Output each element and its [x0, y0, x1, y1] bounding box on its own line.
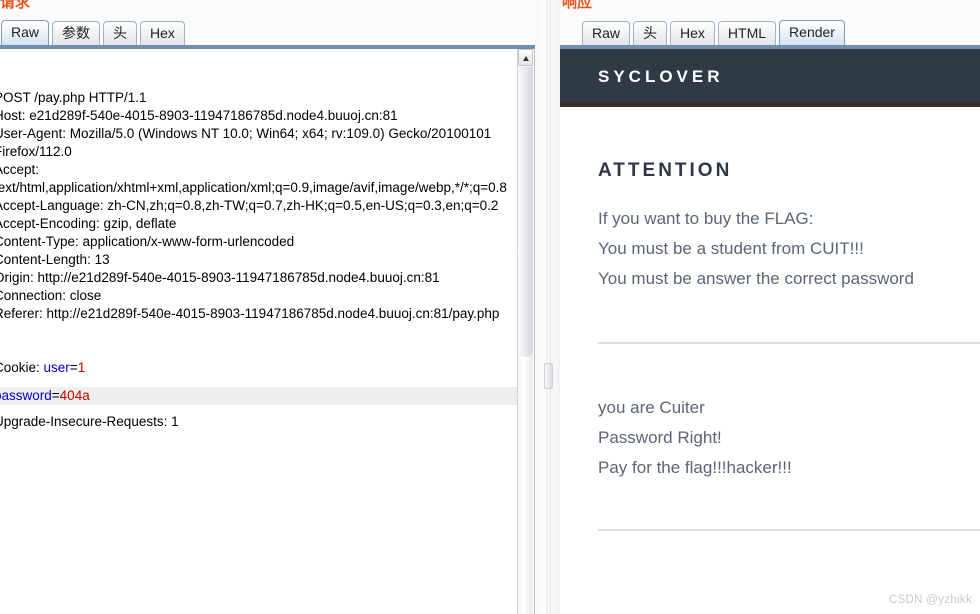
request-raw-line: Referer: http://e21d289f-540e-4015-8903-…: [0, 306, 500, 321]
request-raw-line: Firefox/112.0: [0, 144, 72, 159]
response-tab-render[interactable]: Render: [779, 20, 845, 46]
request-body-line: password=404a: [0, 387, 520, 405]
csdn-watermark: CSDN @yzhikk: [888, 594, 972, 606]
splitter-grip-handle[interactable]: [544, 363, 553, 389]
request-upgrade-line: Upgrade-Insecure-Requests: 1: [0, 414, 179, 429]
panel-splitter[interactable]: [536, 0, 560, 614]
response-tab-hex[interactable]: Hex: [670, 21, 715, 46]
request-raw-line: Content-Type: application/x-www-form-url…: [0, 234, 295, 249]
body-param-name: password: [0, 388, 52, 403]
request-tab-hex[interactable]: Hex: [140, 21, 185, 46]
notice-line: You must be answer the correct password: [598, 269, 914, 288]
cookie-value: 1: [77, 360, 86, 375]
scrollbar-thumb[interactable]: [518, 67, 533, 357]
request-raw-line: Connection: close: [0, 288, 102, 303]
request-raw-line: Accept-Language: zh-CN,zh;q=0.8,zh-TW;q=…: [0, 198, 499, 213]
request-raw-line: Accept-Encoding: gzip, deflate: [0, 216, 177, 231]
result-line: you are Cuiter: [598, 398, 705, 417]
request-tab-raw[interactable]: Raw: [1, 20, 50, 46]
notice-paragraph: If you want to buy the FLAG: You must be …: [598, 204, 980, 294]
request-raw-line: Origin: http://e21d289f-540e-4015-8903-1…: [0, 270, 440, 285]
request-raw-line: POST /pay.php HTTP/1.1: [0, 90, 147, 105]
request-editor-vertical-scrollbar[interactable]: [517, 49, 533, 614]
response-tab-raw[interactable]: Raw: [582, 21, 631, 46]
request-cookie-line: Cookie: user=1: [0, 359, 534, 377]
attention-heading: ATTENTION: [598, 160, 733, 181]
divider-top: [598, 342, 980, 344]
request-raw-line: Host: e21d289f-540e-4015-8903-1194718678…: [0, 108, 398, 123]
request-panel: 请求 Raw 参数头 Hex POST /pay.php HTTP/1.1 Host:…: [0, 0, 535, 614]
request-panel-title: 请求: [0, 0, 31, 11]
burp-suite-window: 请求 Raw 参数头 Hex POST /pay.php HTTP/1.1 Host:…: [0, 0, 980, 614]
request-raw-line: text/html,application/xhtml+xml,applicat…: [0, 180, 507, 195]
notice-line: You must be a student from CUIT!!!: [598, 239, 864, 258]
body-param-equals: =: [51, 388, 60, 403]
response-tabstrip: Raw 头 Hex HTML Render: [560, 19, 980, 47]
request-raw-editor[interactable]: POST /pay.php HTTP/1.1 Host: e21d289f-540…: [0, 47, 535, 614]
notice-line: If you want to buy the FLAG:: [598, 209, 814, 228]
divider-bottom: [598, 529, 980, 531]
site-brand-logo: SYCLOVER: [598, 67, 724, 86]
response-panel-title: 响应: [562, 0, 593, 11]
cookie-label: Cookie:: [0, 360, 40, 375]
result-line: Pay for the flag!!!hacker!!!: [598, 458, 792, 477]
result-line: Password Right!: [598, 428, 722, 447]
response-panel: 响应 Raw 头 Hex HTML Render SYCLOVER ATTENTION …: [560, 0, 980, 614]
request-tabstrip: Raw 参数头 Hex: [0, 19, 535, 47]
cookie-equals: =: [69, 360, 78, 375]
scroll-up-arrow-icon[interactable]: [518, 49, 533, 66]
response-tab-头[interactable]: 头: [633, 21, 668, 46]
request-tab-头[interactable]: 头: [103, 21, 138, 46]
request-tab-参数[interactable]: 参数: [52, 21, 101, 46]
splitter-track: [546, 0, 551, 614]
body-param-value: 404a: [59, 388, 90, 403]
result-paragraph: you are Cuiter Password Right! Pay for the…: [598, 393, 980, 483]
response-tab-html[interactable]: HTML: [717, 21, 777, 46]
cookie-name: user: [43, 360, 70, 375]
rendered-site-body: ATTENTION If you want to buy the FLAG: Yo…: [560, 160, 980, 531]
response-render-view: SYCLOVER ATTENTION If you want to buy th…: [560, 47, 980, 614]
rendered-site-header: SYCLOVER: [560, 49, 980, 107]
request-raw-line: Accept:: [0, 162, 40, 177]
request-raw-line: Content-Length: 13: [0, 252, 110, 267]
request-raw-line: User-Agent: Mozilla/5.0 (Windows NT 10.0…: [0, 126, 492, 141]
